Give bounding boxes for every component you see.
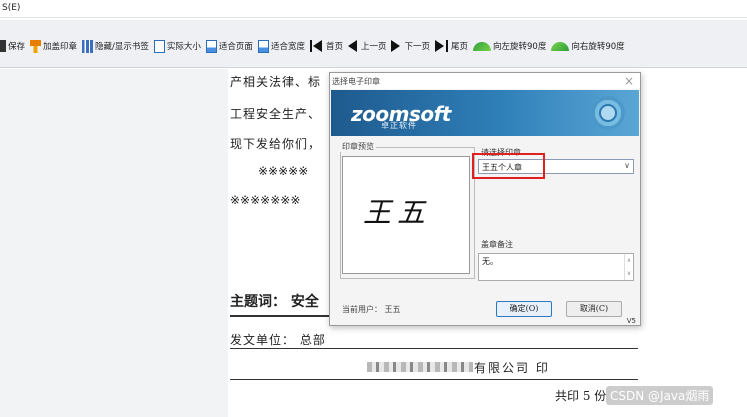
- next-page-button[interactable]: 下一页: [391, 40, 430, 52]
- menu-item[interactable]: S(E): [2, 3, 20, 13]
- rotate-left-icon: [473, 41, 492, 51]
- toolbar-strip: 保存 加盖印章 隐藏/显示书签 实际大小 适合页面 适合宽度 首页 上一页 下一…: [0, 38, 630, 54]
- redacted-text: [367, 362, 473, 372]
- remark-value: 无。: [482, 257, 498, 266]
- ok-button[interactable]: 确定(O): [496, 301, 552, 317]
- toolbar: 保存 加盖印章 隐藏/显示书签 实际大小 适合页面 适合宽度 首页 上一页 下一…: [0, 20, 747, 68]
- remark-label: 盖章备注: [481, 240, 513, 249]
- signature-image: 王五: [363, 196, 432, 229]
- remark-scrollbar[interactable]: ∧ ∨: [624, 254, 633, 280]
- next-page-icon: [391, 40, 401, 52]
- bookmark-icon: [82, 39, 94, 53]
- sender-line: 发文单位： 总部: [230, 333, 326, 347]
- print-count: 共印 5 份: [555, 389, 607, 403]
- chevron-down-icon[interactable]: ∨: [624, 161, 630, 170]
- first-page-icon: [312, 40, 322, 52]
- remark-textarea[interactable]: 无。 ∧ ∨: [478, 253, 634, 281]
- fit-width-icon: [257, 39, 269, 53]
- divider: [230, 379, 638, 380]
- rotate-right-icon: [551, 41, 570, 51]
- doc-line: 工程安全生产、: [230, 107, 322, 121]
- company-line: 有限公司 印: [474, 361, 550, 375]
- menu-bar: S(E): [0, 0, 747, 18]
- divider: [230, 348, 638, 349]
- rotate-right-button[interactable]: 向右旋转90度: [551, 40, 625, 52]
- doc-line: 产相关法律、标: [230, 75, 322, 89]
- subject-line: 主题词： 安全: [230, 294, 319, 310]
- dialog-title: 选择电子印章: [332, 77, 380, 86]
- prev-page-button[interactable]: 上一页: [347, 40, 386, 52]
- last-page-bar-icon: [446, 40, 448, 52]
- fit-width-button[interactable]: 适合宽度: [257, 39, 305, 53]
- page-icon: [153, 39, 165, 53]
- dialog-title-bar: 选择电子印章 ×: [330, 73, 640, 89]
- seal-preview: 王五: [342, 156, 470, 274]
- rotate-left-button[interactable]: 向左旋转90度: [473, 40, 546, 52]
- doc-line: 现下发给你们，: [230, 137, 322, 151]
- brand-banner: zoomsoft 卓正软件: [331, 90, 639, 136]
- watermark: CSDN @Java烟雨: [606, 386, 714, 405]
- add-seal-button[interactable]: 加盖印章: [30, 39, 77, 53]
- actual-size-button[interactable]: 实际大小: [153, 39, 201, 53]
- first-page-button[interactable]: 首页: [309, 40, 343, 52]
- save-button[interactable]: 保存: [0, 40, 25, 52]
- preview-label: 印章预览: [340, 141, 376, 152]
- last-page-icon: [435, 40, 444, 52]
- doc-line: ※※※※※: [258, 164, 309, 178]
- doc-line: ※※※※※※※: [230, 193, 301, 207]
- version-label: V5: [626, 317, 636, 325]
- last-page-button[interactable]: 尾页: [435, 40, 468, 52]
- first-page-bar-icon: [309, 40, 312, 52]
- gear-icon: [599, 104, 617, 122]
- fit-page-button[interactable]: 适合页面: [205, 39, 253, 53]
- prev-page-icon: [347, 40, 357, 52]
- toggle-bookmark-button[interactable]: 隐藏/显示书签: [82, 39, 149, 53]
- highlight-annotation: [472, 153, 545, 179]
- brand-subtitle: 卓正软件: [381, 121, 417, 130]
- fit-page-icon: [205, 39, 217, 53]
- close-icon[interactable]: ×: [624, 74, 634, 88]
- current-user: 当前用户： 王五: [342, 305, 401, 314]
- stamp-icon: [30, 39, 42, 53]
- left-gutter: [0, 69, 228, 417]
- cancel-button[interactable]: 取消(C): [566, 301, 622, 317]
- select-seal-dialog: 选择电子印章 × zoomsoft 卓正软件 印章预览 王五 请选择印章 王五个…: [329, 72, 641, 326]
- save-icon: [0, 40, 6, 52]
